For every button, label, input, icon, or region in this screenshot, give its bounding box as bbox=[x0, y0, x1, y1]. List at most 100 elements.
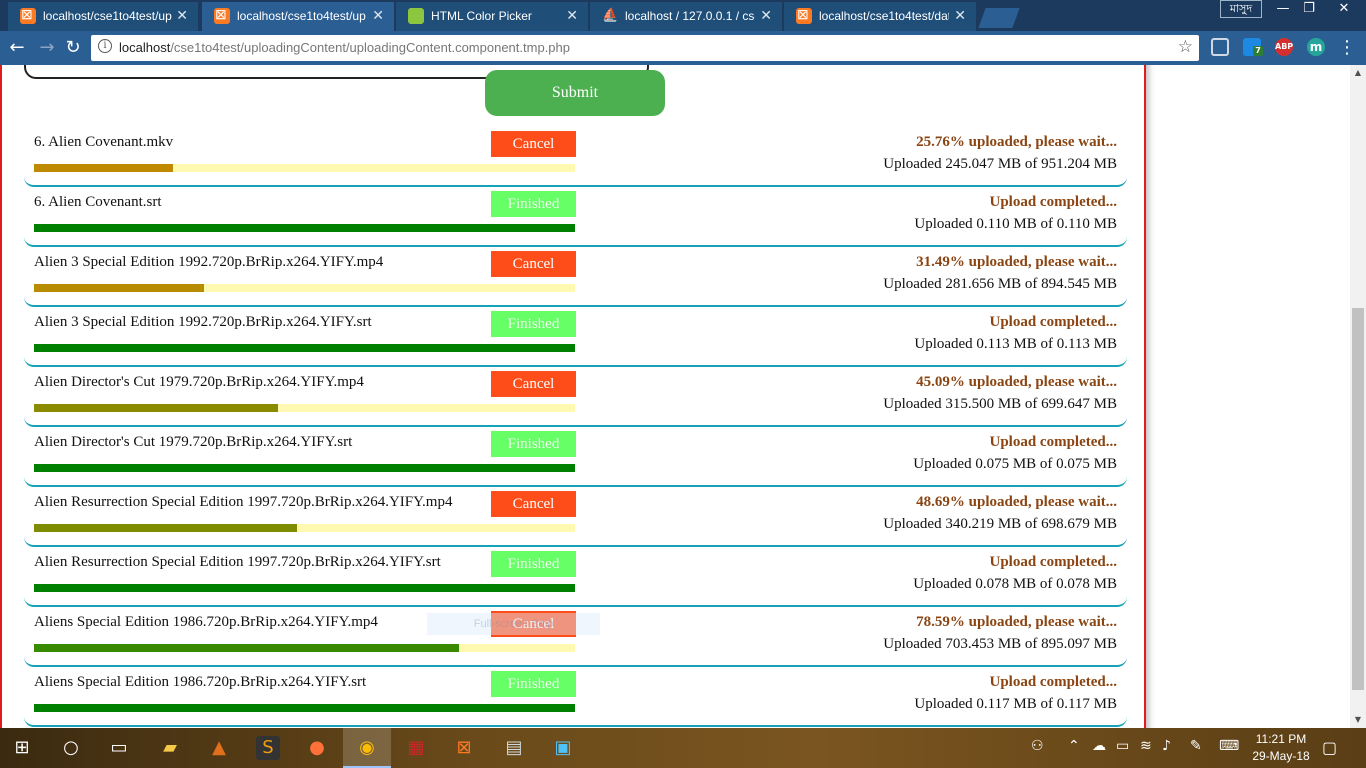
new-tab-button[interactable] bbox=[978, 8, 1020, 28]
scrollbar-thumb[interactable] bbox=[1352, 308, 1364, 690]
upload-filename: 6. Alien Covenant.srt bbox=[34, 194, 162, 210]
upload-row: Aliens Special Edition 1986.720p.BrRip.x… bbox=[24, 667, 1127, 727]
progress-fill bbox=[34, 164, 173, 172]
action-center-icon[interactable]: ▢ bbox=[1322, 738, 1337, 757]
tab-3[interactable]: localhost / 127.0.0.1 / cse ✕ bbox=[590, 2, 782, 31]
forward-icon[interactable]: → bbox=[36, 37, 58, 59]
upload-status: Upload completed... bbox=[989, 194, 1118, 210]
snip-overlay: Full-screen Snip bbox=[427, 613, 600, 635]
progress-fill bbox=[34, 464, 575, 472]
windows-start-icon[interactable]: ⊞ bbox=[10, 736, 34, 760]
upload-sizes: Uploaded 0.117 MB of 0.117 MB bbox=[914, 696, 1117, 712]
keyboard-icon[interactable]: ⌨ bbox=[1219, 738, 1239, 754]
close-icon[interactable]: ✕ bbox=[760, 7, 772, 24]
upload-row: 6. Alien Covenant.mkv Cancel 25.76% upload… bbox=[24, 127, 1127, 187]
sublime-text-icon[interactable]: S bbox=[256, 736, 280, 760]
upload-status: Upload completed... bbox=[989, 674, 1118, 690]
task-view-icon[interactable]: ▭ bbox=[107, 736, 131, 760]
xampp-icon bbox=[20, 6, 36, 24]
wifi-icon[interactable]: ≋ bbox=[1140, 738, 1152, 754]
progress-bar bbox=[34, 404, 575, 412]
tab-2[interactable]: HTML Color Picker ✕ bbox=[396, 2, 588, 31]
upload-sizes: Uploaded 0.078 MB of 0.078 MB bbox=[913, 576, 1117, 592]
upload-status: Upload completed... bbox=[989, 554, 1118, 570]
xampp-icon[interactable]: ⊠ bbox=[452, 736, 476, 760]
upload-filename: 6. Alien Covenant.mkv bbox=[34, 134, 174, 150]
progress-fill bbox=[34, 344, 575, 352]
file-explorer-icon[interactable]: ▰ bbox=[158, 736, 182, 760]
close-icon[interactable]: ✕ bbox=[176, 7, 188, 24]
upload-filename: Alien Resurrection Special Edition 1997.… bbox=[34, 554, 441, 570]
bookmark-star-icon[interactable]: ☆ bbox=[1178, 37, 1193, 57]
upload-row: Alien Director's Cut 1979.720p.BrRip.x26… bbox=[24, 367, 1127, 427]
upload-status: 45.09% uploaded, please wait... bbox=[916, 374, 1117, 390]
close-icon[interactable]: ✕ bbox=[954, 7, 966, 24]
cast-icon[interactable] bbox=[1211, 38, 1229, 56]
cancel-button[interactable]: Cancel bbox=[491, 251, 576, 277]
firefox-icon[interactable]: ● bbox=[305, 736, 329, 760]
progress-bar bbox=[34, 344, 575, 352]
pen-icon[interactable]: ✎ bbox=[1190, 738, 1202, 754]
progress-bar bbox=[34, 644, 575, 652]
extension-badge-count: 7 bbox=[1253, 46, 1263, 56]
extension-badge-icon[interactable]: 7 bbox=[1243, 38, 1263, 56]
battery-icon[interactable]: ▭ bbox=[1116, 738, 1129, 754]
upload-row: Alien 3 Special Edition 1992.720p.BrRip.… bbox=[24, 307, 1127, 367]
show-hidden-icons-icon[interactable]: ⌃ bbox=[1068, 738, 1080, 754]
upload-status: 48.69% uploaded, please wait... bbox=[916, 494, 1117, 510]
upload-row: Alien Director's Cut 1979.720p.BrRip.x26… bbox=[24, 427, 1127, 487]
tab-title: localhost/cse1to4test/dat bbox=[819, 9, 949, 23]
menu-kebab-icon[interactable]: ⋮ bbox=[1336, 37, 1358, 59]
volume-icon[interactable]: ♪ bbox=[1162, 738, 1171, 754]
upload-row: Alien Resurrection Special Edition 1997.… bbox=[24, 547, 1127, 607]
profile-user-button[interactable]: মাসুদ bbox=[1220, 0, 1262, 18]
scroll-up-icon[interactable]: ▲ bbox=[1350, 65, 1366, 81]
site-info-icon[interactable]: i bbox=[98, 39, 112, 53]
finished-button[interactable]: Finished bbox=[491, 311, 576, 337]
chrome-icon[interactable]: ◉ bbox=[355, 736, 379, 760]
restore-icon[interactable]: ❐ bbox=[1292, 0, 1326, 18]
cancel-button[interactable]: Cancel bbox=[491, 491, 576, 517]
photos-icon[interactable]: ▣ bbox=[551, 736, 575, 760]
cortana-search-icon[interactable]: ○ bbox=[59, 736, 83, 760]
upload-filename: Alien Director's Cut 1979.720p.BrRip.x26… bbox=[34, 434, 353, 450]
close-icon[interactable]: ✕ bbox=[372, 7, 384, 24]
progress-fill bbox=[34, 644, 459, 652]
tab-title: HTML Color Picker bbox=[431, 9, 532, 23]
window-close-icon[interactable]: ✕ bbox=[1324, 0, 1364, 18]
matlab-icon[interactable]: ▲ bbox=[207, 736, 231, 760]
xampp-icon bbox=[796, 6, 812, 24]
tab-4[interactable]: localhost/cse1to4test/dat ✕ bbox=[784, 2, 976, 31]
cancel-button[interactable]: Cancel bbox=[491, 371, 576, 397]
page-scrollbar[interactable]: ▲ ▼ bbox=[1350, 65, 1366, 728]
profile-m-icon[interactable]: m bbox=[1307, 38, 1325, 56]
submit-button[interactable]: Submit bbox=[485, 70, 665, 116]
finished-button[interactable]: Finished bbox=[491, 671, 576, 697]
back-icon[interactable]: ← bbox=[6, 37, 28, 59]
taskbar-clock[interactable]: 11:21 PM 29-May-18 bbox=[1248, 731, 1314, 765]
tab-0[interactable]: localhost/cse1to4test/up ✕ bbox=[8, 2, 198, 31]
winrar-icon[interactable]: ▦ bbox=[404, 736, 428, 760]
progress-fill bbox=[34, 404, 278, 412]
progress-fill bbox=[34, 224, 575, 232]
progress-bar bbox=[34, 464, 575, 472]
upload-status: Upload completed... bbox=[989, 434, 1118, 450]
scroll-down-icon[interactable]: ▼ bbox=[1350, 712, 1366, 728]
tab-1-active[interactable]: localhost/cse1to4test/up ✕ bbox=[202, 2, 394, 31]
reload-icon[interactable]: ↻ bbox=[62, 37, 84, 59]
upload-filename: Aliens Special Edition 1986.720p.BrRip.x… bbox=[34, 614, 378, 630]
finished-button[interactable]: Finished bbox=[491, 191, 576, 217]
browser-tab-strip: localhost/cse1to4test/up ✕ localhost/cse… bbox=[0, 0, 1366, 31]
onedrive-icon[interactable]: ☁ bbox=[1092, 738, 1106, 754]
adblock-plus-icon[interactable]: ABP bbox=[1275, 38, 1293, 56]
disk-utility-icon[interactable]: ▤ bbox=[502, 736, 526, 760]
page-viewport: Submit 6. Alien Covenant.mkv Cancel 25.76%… bbox=[0, 65, 1350, 728]
progress-bar bbox=[34, 704, 575, 712]
progress-bar bbox=[34, 224, 575, 232]
finished-button[interactable]: Finished bbox=[491, 551, 576, 577]
finished-button[interactable]: Finished bbox=[491, 431, 576, 457]
cancel-button[interactable]: Cancel bbox=[491, 131, 576, 157]
close-icon[interactable]: ✕ bbox=[566, 7, 578, 24]
people-icon[interactable]: ⚇ bbox=[1031, 738, 1044, 754]
address-bar[interactable]: i localhost/cse1to4test/uploadingContent… bbox=[91, 35, 1199, 61]
